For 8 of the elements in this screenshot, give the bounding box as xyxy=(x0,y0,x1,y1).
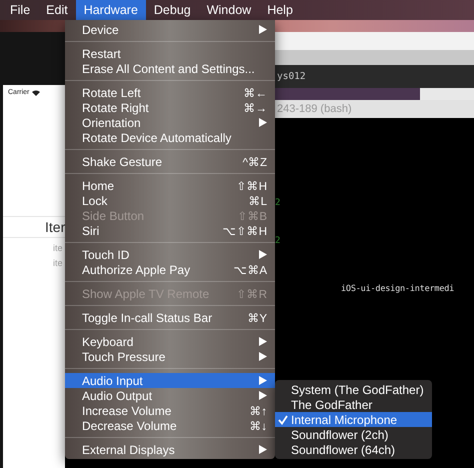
terminal-text: 2 xyxy=(275,236,282,246)
terminal-text: iOS-ui-design-intermedi xyxy=(341,284,456,294)
terminal-text: ys012 xyxy=(277,71,306,82)
tab-title: 243-189 (bash) xyxy=(277,103,352,115)
list-row-text: ite xyxy=(52,258,64,268)
list-row-text: ite xyxy=(52,243,64,253)
terminal-text: 2 xyxy=(275,198,282,208)
list-title: Iter xyxy=(45,219,66,235)
